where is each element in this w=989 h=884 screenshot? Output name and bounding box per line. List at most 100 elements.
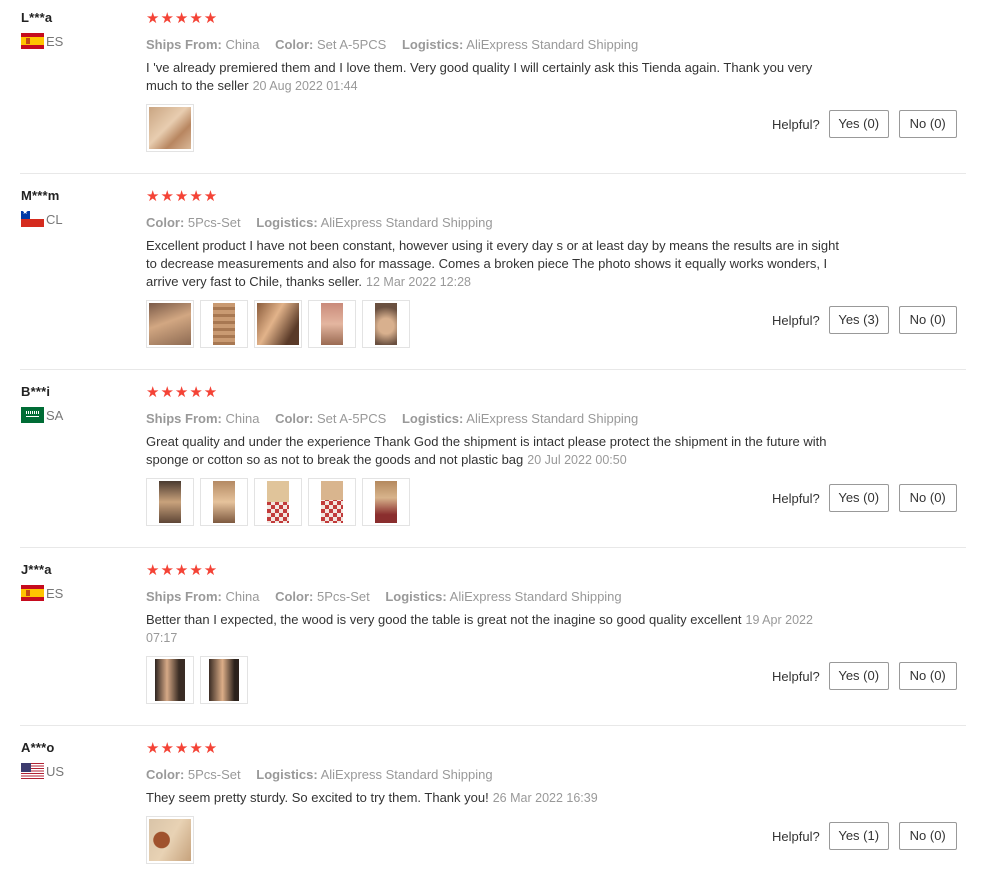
reviewer-country: US (21, 763, 131, 779)
review-item: L***a ES ★★★★★ Ships From: China Color: … (0, 0, 989, 174)
logistics-value: AliExpress Standard Shipping (449, 589, 622, 604)
helpful-yes-button[interactable]: Yes (3) (828, 306, 889, 334)
review-meta: Ships From: China Color: Set A-5PCS Logi… (146, 36, 856, 54)
reviewer-info: J***a ES (21, 562, 131, 601)
logistics-value: AliExpress Standard Shipping (466, 37, 639, 52)
saudi-arabia-flag-icon (21, 407, 44, 423)
review-photos (146, 478, 410, 526)
review-date: 26 Mar 2022 16:39 (492, 791, 598, 805)
spain-flag-icon (21, 33, 44, 49)
review-item: A***o US ★★★★★ Color: 5Pcs-Set Logistics… (0, 730, 989, 884)
review-photos (146, 300, 410, 348)
review-text: They seem pretty sturdy. So excited to t… (146, 790, 489, 805)
review-date: 20 Aug 2022 01:44 (252, 79, 358, 93)
review-photo-thumbnail[interactable] (146, 816, 194, 864)
review-text: I 've already premiered them and I love … (146, 60, 813, 93)
review-content: ★★★★★ Color: 5Pcs-Set Logistics: AliExpr… (146, 740, 856, 807)
helpful-no-button[interactable]: No (0) (898, 306, 957, 334)
review-meta: Ships From: China Color: Set A-5PCS Logi… (146, 410, 856, 428)
review-photo-thumbnail[interactable] (308, 300, 356, 348)
color-label: Color: (146, 767, 185, 782)
review-item: M***m CL ★★★★★ Color: 5Pcs-Set Logistics… (0, 178, 989, 370)
helpful-label: Helpful? (772, 828, 820, 844)
review-photo-thumbnail[interactable] (200, 300, 248, 348)
color-value: 5Pcs-Set (187, 215, 241, 230)
helpful-no-button[interactable]: No (0) (898, 662, 957, 690)
review-text: Excellent product I have not been consta… (146, 238, 839, 289)
review-photo-thumbnail[interactable] (146, 300, 194, 348)
helpful-label: Helpful? (772, 668, 820, 684)
review-content: ★★★★★ Ships From: China Color: Set A-5PC… (146, 10, 856, 95)
review-photo-thumbnail[interactable] (200, 656, 248, 704)
review-photo-thumbnail[interactable] (200, 478, 248, 526)
star-rating: ★★★★★ (146, 740, 219, 757)
color-value: 5Pcs-Set (316, 589, 370, 604)
review-text-block: Great quality and under the experience T… (146, 433, 846, 469)
review-photo-thumbnail[interactable] (362, 300, 410, 348)
reviewer-country: SA (21, 407, 131, 423)
review-photos (146, 816, 194, 864)
helpful-vote: Helpful? Yes (0) No (0) (772, 662, 957, 690)
review-photo-thumbnail[interactable] (308, 478, 356, 526)
review-divider (20, 173, 966, 174)
color-label: Color: (275, 411, 314, 426)
review-photos (146, 656, 248, 704)
review-content: ★★★★★ Ships From: China Color: 5Pcs-Set … (146, 562, 856, 647)
review-photo-thumbnail[interactable] (146, 478, 194, 526)
review-photo-thumbnail[interactable] (146, 104, 194, 152)
review-photo-thumbnail[interactable] (254, 300, 302, 348)
review-text: Great quality and under the experience T… (146, 434, 827, 467)
color-label: Color: (146, 215, 185, 230)
helpful-no-button[interactable]: No (0) (898, 110, 957, 138)
review-item: B***i SA ★★★★★ Ships From: China Color: … (0, 374, 989, 548)
spain-flag-icon (21, 585, 44, 601)
helpful-label: Helpful? (772, 490, 820, 506)
reviewer-info: A***o US (21, 740, 131, 779)
ships-from-value: China (225, 37, 260, 52)
ships-from-value: China (225, 589, 260, 604)
color-value: Set A-5PCS (316, 411, 387, 426)
country-code: US (46, 763, 65, 779)
helpful-yes-button[interactable]: Yes (0) (828, 662, 889, 690)
color-value: Set A-5PCS (316, 37, 387, 52)
review-content: ★★★★★ Color: 5Pcs-Set Logistics: AliExpr… (146, 188, 856, 291)
review-text-block: Better than I expected, the wood is very… (146, 611, 846, 647)
helpful-no-button[interactable]: No (0) (898, 484, 957, 512)
star-rating: ★★★★★ (146, 384, 219, 401)
logistics-label: Logistics: (401, 37, 464, 52)
logistics-value: AliExpress Standard Shipping (320, 215, 493, 230)
ships-from-label: Ships From: (146, 589, 222, 604)
reviews-list: L***a ES ★★★★★ Ships From: China Color: … (0, 0, 989, 884)
review-divider (20, 725, 966, 726)
review-meta: Color: 5Pcs-Set Logistics: AliExpress St… (146, 214, 856, 232)
review-photo-thumbnail[interactable] (362, 478, 410, 526)
helpful-yes-button[interactable]: Yes (0) (828, 110, 889, 138)
reviewer-info: M***m CL (21, 188, 131, 227)
helpful-no-button[interactable]: No (0) (898, 822, 957, 850)
review-meta: Color: 5Pcs-Set Logistics: AliExpress St… (146, 766, 856, 784)
helpful-yes-button[interactable]: Yes (1) (828, 822, 889, 850)
logistics-label: Logistics: (401, 411, 464, 426)
reviewer-country: CL (21, 211, 131, 227)
helpful-vote: Helpful? Yes (1) No (0) (772, 822, 957, 850)
review-photo-thumbnail[interactable] (254, 478, 302, 526)
review-content: ★★★★★ Ships From: China Color: Set A-5PC… (146, 384, 856, 469)
logistics-label: Logistics: (256, 215, 318, 230)
country-code: ES (46, 33, 64, 49)
country-code: CL (46, 211, 63, 227)
reviewer-country: ES (21, 33, 131, 49)
reviewer-name: M***m (21, 188, 60, 203)
helpful-yes-button[interactable]: Yes (0) (828, 484, 889, 512)
helpful-label: Helpful? (772, 312, 820, 328)
reviewer-info: L***a ES (21, 10, 131, 49)
logistics-label: Logistics: (385, 589, 447, 604)
ships-from-value: China (225, 411, 260, 426)
review-date: 20 Jul 2022 00:50 (527, 453, 627, 467)
review-meta: Ships From: China Color: 5Pcs-Set Logist… (146, 588, 856, 606)
color-label: Color: (275, 37, 314, 52)
review-photo-thumbnail[interactable] (146, 656, 194, 704)
reviewer-info: B***i SA (21, 384, 131, 423)
usa-flag-icon (21, 763, 44, 779)
review-text-block: They seem pretty sturdy. So excited to t… (146, 789, 846, 807)
reviewer-country: ES (21, 585, 131, 601)
